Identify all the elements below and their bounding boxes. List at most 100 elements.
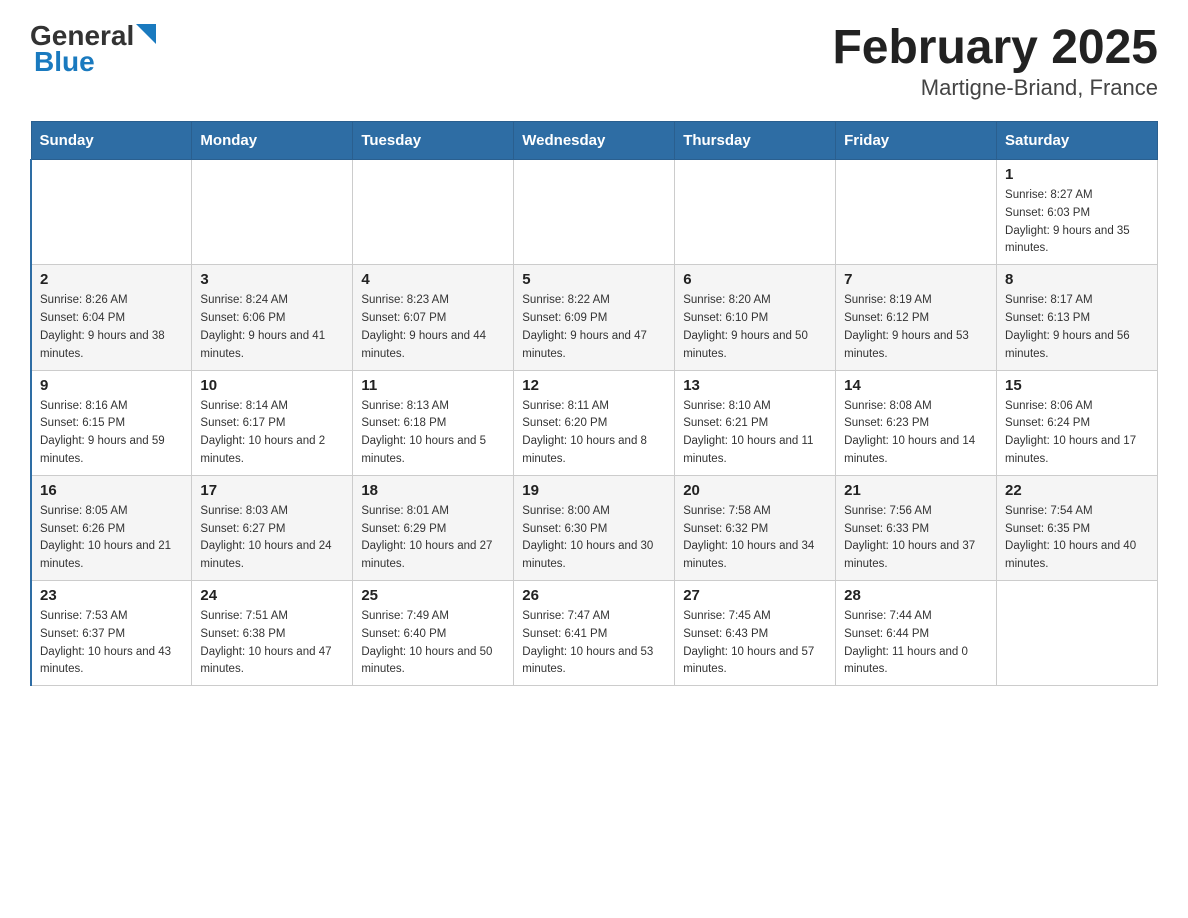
table-row: 25 Sunrise: 7:49 AMSunset: 6:40 PMDayligh… bbox=[353, 581, 514, 686]
table-row bbox=[675, 160, 836, 265]
day-info: Sunrise: 8:13 AMSunset: 6:18 PMDaylight:… bbox=[361, 398, 505, 469]
day-info: Sunrise: 8:17 AMSunset: 6:13 PMDaylight:… bbox=[1005, 292, 1149, 363]
day-number: 11 bbox=[361, 377, 505, 394]
day-number: 8 bbox=[1005, 271, 1149, 288]
day-info: Sunrise: 8:11 AMSunset: 6:20 PMDaylight:… bbox=[522, 398, 666, 469]
table-row bbox=[997, 581, 1158, 686]
table-row: 10 Sunrise: 8:14 AMSunset: 6:17 PMDayligh… bbox=[192, 370, 353, 475]
table-row: 27 Sunrise: 7:45 AMSunset: 6:43 PMDayligh… bbox=[675, 581, 836, 686]
day-info: Sunrise: 7:45 AMSunset: 6:43 PMDaylight:… bbox=[683, 608, 827, 679]
calendar-header: Sunday Monday Tuesday Wednesday Thursday… bbox=[31, 122, 1158, 160]
table-row: 16Sunrise: 8:05 AMSunset: 6:26 PMDayligh… bbox=[31, 475, 192, 580]
day-info: Sunrise: 8:00 AMSunset: 6:30 PMDaylight:… bbox=[522, 503, 666, 574]
table-row: 7 Sunrise: 8:19 AMSunset: 6:12 PMDaylight… bbox=[836, 265, 997, 370]
day-info: Sunrise: 7:56 AMSunset: 6:33 PMDaylight:… bbox=[844, 503, 988, 574]
day-info: Sunrise: 7:53 AMSunset: 6:37 PMDaylight:… bbox=[40, 608, 183, 679]
table-row: 13 Sunrise: 8:10 AMSunset: 6:21 PMDayligh… bbox=[675, 370, 836, 475]
day-number: 23 bbox=[40, 587, 183, 604]
day-info: Sunrise: 8:06 AMSunset: 6:24 PMDaylight:… bbox=[1005, 398, 1149, 469]
table-row: 2 Sunrise: 8:26 AMSunset: 6:04 PMDaylight… bbox=[31, 265, 192, 370]
day-number: 2 bbox=[40, 271, 183, 288]
page-header: General Blue February 2025 Martigne-Bria… bbox=[30, 20, 1158, 101]
table-row bbox=[192, 160, 353, 265]
day-number: 13 bbox=[683, 377, 827, 394]
day-number: 26 bbox=[522, 587, 666, 604]
logo-blue-text: Blue bbox=[34, 46, 95, 78]
day-info: Sunrise: 8:03 AMSunset: 6:27 PMDaylight:… bbox=[200, 503, 344, 574]
logo-triangle-icon bbox=[136, 24, 156, 44]
col-saturday: Saturday bbox=[997, 122, 1158, 160]
logo: General Blue bbox=[30, 20, 156, 78]
day-number: 16 bbox=[40, 482, 183, 499]
day-number: 19 bbox=[522, 482, 666, 499]
day-number: 18 bbox=[361, 482, 505, 499]
table-row: 24Sunrise: 7:51 AMSunset: 6:38 PMDayligh… bbox=[192, 581, 353, 686]
day-info: Sunrise: 8:24 AMSunset: 6:06 PMDaylight:… bbox=[200, 292, 344, 363]
col-friday: Friday bbox=[836, 122, 997, 160]
day-info: Sunrise: 8:16 AMSunset: 6:15 PMDaylight:… bbox=[40, 398, 183, 469]
day-number: 3 bbox=[200, 271, 344, 288]
header-row: Sunday Monday Tuesday Wednesday Thursday… bbox=[31, 122, 1158, 160]
table-row: 6 Sunrise: 8:20 AMSunset: 6:10 PMDaylight… bbox=[675, 265, 836, 370]
calendar-subtitle: Martigne-Briand, France bbox=[832, 75, 1158, 101]
table-row: 3 Sunrise: 8:24 AMSunset: 6:06 PMDaylight… bbox=[192, 265, 353, 370]
day-info: Sunrise: 7:49 AMSunset: 6:40 PMDaylight:… bbox=[361, 608, 505, 679]
col-tuesday: Tuesday bbox=[353, 122, 514, 160]
day-number: 15 bbox=[1005, 377, 1149, 394]
table-row bbox=[514, 160, 675, 265]
day-info: Sunrise: 8:08 AMSunset: 6:23 PMDaylight:… bbox=[844, 398, 988, 469]
day-info: Sunrise: 8:26 AMSunset: 6:04 PMDaylight:… bbox=[40, 292, 183, 363]
calendar-week-row: 9 Sunrise: 8:16 AMSunset: 6:15 PMDaylight… bbox=[31, 370, 1158, 475]
day-number: 25 bbox=[361, 587, 505, 604]
table-row bbox=[353, 160, 514, 265]
calendar-body: 1Sunrise: 8:27 AMSunset: 6:03 PMDaylight… bbox=[31, 160, 1158, 686]
day-number: 27 bbox=[683, 587, 827, 604]
day-number: 10 bbox=[200, 377, 344, 394]
calendar-week-row: 16Sunrise: 8:05 AMSunset: 6:26 PMDayligh… bbox=[31, 475, 1158, 580]
table-row: 18 Sunrise: 8:01 AMSunset: 6:29 PMDayligh… bbox=[353, 475, 514, 580]
calendar-week-row: 1Sunrise: 8:27 AMSunset: 6:03 PMDaylight… bbox=[31, 160, 1158, 265]
day-info: Sunrise: 7:44 AMSunset: 6:44 PMDaylight:… bbox=[844, 608, 988, 679]
calendar-week-row: 2 Sunrise: 8:26 AMSunset: 6:04 PMDaylight… bbox=[31, 265, 1158, 370]
day-number: 6 bbox=[683, 271, 827, 288]
day-number: 4 bbox=[361, 271, 505, 288]
table-row: 22 Sunrise: 7:54 AMSunset: 6:35 PMDayligh… bbox=[997, 475, 1158, 580]
col-monday: Monday bbox=[192, 122, 353, 160]
day-number: 21 bbox=[844, 482, 988, 499]
day-info: Sunrise: 8:20 AMSunset: 6:10 PMDaylight:… bbox=[683, 292, 827, 363]
table-row: 19 Sunrise: 8:00 AMSunset: 6:30 PMDayligh… bbox=[514, 475, 675, 580]
table-row: 12 Sunrise: 8:11 AMSunset: 6:20 PMDayligh… bbox=[514, 370, 675, 475]
day-info: Sunrise: 8:14 AMSunset: 6:17 PMDaylight:… bbox=[200, 398, 344, 469]
day-number: 5 bbox=[522, 271, 666, 288]
table-row: 21 Sunrise: 7:56 AMSunset: 6:33 PMDayligh… bbox=[836, 475, 997, 580]
day-number: 22 bbox=[1005, 482, 1149, 499]
col-thursday: Thursday bbox=[675, 122, 836, 160]
day-info: Sunrise: 7:58 AMSunset: 6:32 PMDaylight:… bbox=[683, 503, 827, 574]
table-row: 23 Sunrise: 7:53 AMSunset: 6:37 PMDayligh… bbox=[31, 581, 192, 686]
day-number: 28 bbox=[844, 587, 988, 604]
table-row: 26 Sunrise: 7:47 AMSunset: 6:41 PMDayligh… bbox=[514, 581, 675, 686]
day-number: 7 bbox=[844, 271, 988, 288]
day-info: Sunrise: 8:10 AMSunset: 6:21 PMDaylight:… bbox=[683, 398, 827, 469]
table-row: 20Sunrise: 7:58 AMSunset: 6:32 PMDayligh… bbox=[675, 475, 836, 580]
day-number: 9 bbox=[40, 377, 183, 394]
calendar-week-row: 23 Sunrise: 7:53 AMSunset: 6:37 PMDayligh… bbox=[31, 581, 1158, 686]
day-info: Sunrise: 8:22 AMSunset: 6:09 PMDaylight:… bbox=[522, 292, 666, 363]
table-row: 28 Sunrise: 7:44 AMSunset: 6:44 PMDayligh… bbox=[836, 581, 997, 686]
table-row: 17Sunrise: 8:03 AMSunset: 6:27 PMDayligh… bbox=[192, 475, 353, 580]
calendar-title: February 2025 bbox=[832, 20, 1158, 75]
table-row: 11 Sunrise: 8:13 AMSunset: 6:18 PMDayligh… bbox=[353, 370, 514, 475]
table-row: 8 Sunrise: 8:17 AMSunset: 6:13 PMDaylight… bbox=[997, 265, 1158, 370]
table-row: 9 Sunrise: 8:16 AMSunset: 6:15 PMDaylight… bbox=[31, 370, 192, 475]
day-info: Sunrise: 7:47 AMSunset: 6:41 PMDaylight:… bbox=[522, 608, 666, 679]
title-block: February 2025 Martigne-Briand, France bbox=[832, 20, 1158, 101]
table-row: 14 Sunrise: 8:08 AMSunset: 6:23 PMDayligh… bbox=[836, 370, 997, 475]
day-info: Sunrise: 7:54 AMSunset: 6:35 PMDaylight:… bbox=[1005, 503, 1149, 574]
day-info: Sunrise: 8:01 AMSunset: 6:29 PMDaylight:… bbox=[361, 503, 505, 574]
calendar-table: Sunday Monday Tuesday Wednesday Thursday… bbox=[30, 121, 1158, 686]
day-number: 12 bbox=[522, 377, 666, 394]
day-info: Sunrise: 8:19 AMSunset: 6:12 PMDaylight:… bbox=[844, 292, 988, 363]
table-row bbox=[836, 160, 997, 265]
day-number: 14 bbox=[844, 377, 988, 394]
day-number: 1 bbox=[1005, 166, 1149, 183]
